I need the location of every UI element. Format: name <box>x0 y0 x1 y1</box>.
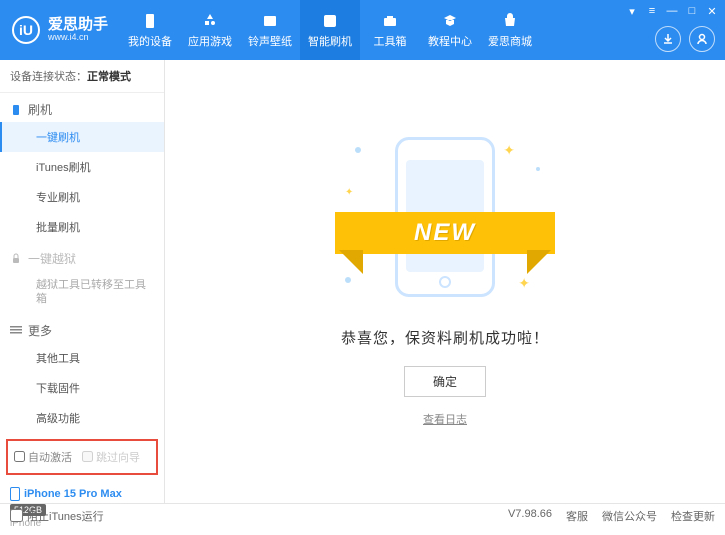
sidebar-item-pro-flash[interactable]: 专业刷机 <box>0 182 164 212</box>
header-actions <box>655 26 715 52</box>
new-ribbon: NEW <box>335 212 555 254</box>
nav-tutorials[interactable]: 教程中心 <box>420 0 480 60</box>
view-log-link[interactable]: 查看日志 <box>423 411 467 427</box>
nav-store[interactable]: 爱思商城 <box>480 0 540 60</box>
sidebar-item-batch-flash[interactable]: 批量刷机 <box>0 212 164 242</box>
nav-ringtone-wallpaper[interactable]: 铃声壁纸 <box>240 0 300 60</box>
app-header: iU 爱思助手 www.i4.cn 我的设备 应用游戏 铃声壁纸 智能刷机 工具… <box>0 0 725 60</box>
nav-smart-flash[interactable]: 智能刷机 <box>300 0 360 60</box>
version-label: V7.98.66 <box>508 508 552 524</box>
footer-link-wechat[interactable]: 微信公众号 <box>602 508 657 524</box>
menu-icon[interactable]: ▾ <box>625 4 639 18</box>
logo-block: iU 爱思助手 www.i4.cn <box>0 16 120 44</box>
apps-icon <box>200 12 220 30</box>
options-highlight-box: 自动激活 跳过向导 <box>6 439 158 475</box>
phone-icon <box>10 487 20 501</box>
device-icon <box>140 12 160 30</box>
toolbox-icon <box>380 12 400 30</box>
app-subtitle: www.i4.cn <box>48 33 108 43</box>
section-more[interactable]: 更多 <box>0 314 164 343</box>
ok-button[interactable]: 确定 <box>404 366 486 397</box>
main-nav: 我的设备 应用游戏 铃声壁纸 智能刷机 工具箱 教程中心 爱思商城 <box>120 0 540 60</box>
lock-icon <box>10 253 22 265</box>
device-name: iPhone 15 Pro Max <box>10 487 154 501</box>
sidebar-item-download-firmware[interactable]: 下载固件 <box>0 373 164 403</box>
main-content: ✦ ✦ ✦ NEW 恭喜您，保资料刷机成功啦！ 确定 查看日志 <box>165 60 725 503</box>
maximize-icon[interactable]: □ <box>685 4 699 18</box>
sidebar-item-advanced[interactable]: 高级功能 <box>0 403 164 433</box>
footer-link-update[interactable]: 检查更新 <box>671 508 715 524</box>
store-icon <box>500 12 520 30</box>
nav-apps-games[interactable]: 应用游戏 <box>180 0 240 60</box>
wallpaper-icon <box>260 12 280 30</box>
flash-icon <box>320 12 340 30</box>
user-button[interactable] <box>689 26 715 52</box>
footer-link-support[interactable]: 客服 <box>566 508 588 524</box>
logo-icon: iU <box>12 16 40 44</box>
tutorial-icon <box>440 12 460 30</box>
section-flash[interactable]: 刷机 <box>0 93 164 122</box>
success-message: 恭喜您，保资料刷机成功啦！ <box>341 327 549 348</box>
sidebar-item-oneclick-flash[interactable]: 一键刷机 <box>0 122 164 152</box>
nav-my-device[interactable]: 我的设备 <box>120 0 180 60</box>
checkbox-skip-guide[interactable]: 跳过向导 <box>82 449 140 465</box>
app-title: 爱思助手 <box>48 17 108 34</box>
more-icon <box>10 324 22 336</box>
connection-status: 设备连接状态：正常模式 <box>0 60 164 93</box>
close-icon[interactable]: ✕ <box>705 4 719 18</box>
sidebar-item-itunes-flash[interactable]: iTunes刷机 <box>0 152 164 182</box>
window-controls: ▾ ≡ — □ ✕ <box>625 4 719 18</box>
minimize-icon[interactable]: — <box>665 4 679 18</box>
skin-icon[interactable]: ≡ <box>645 4 659 18</box>
sidebar-jailbreak-note: 越狱工具已转移至工具箱 <box>0 271 164 314</box>
flash-section-icon <box>10 104 22 116</box>
success-illustration: ✦ ✦ ✦ NEW <box>345 137 545 307</box>
checkbox-block-itunes[interactable]: 阻止iTunes运行 <box>10 508 104 524</box>
checkbox-auto-activate[interactable]: 自动激活 <box>14 449 72 465</box>
sidebar-item-other-tools[interactable]: 其他工具 <box>0 343 164 373</box>
sidebar: 设备连接状态：正常模式 刷机 一键刷机 iTunes刷机 专业刷机 批量刷机 一… <box>0 60 165 503</box>
section-jailbreak: 一键越狱 <box>0 242 164 271</box>
nav-toolbox[interactable]: 工具箱 <box>360 0 420 60</box>
download-button[interactable] <box>655 26 681 52</box>
